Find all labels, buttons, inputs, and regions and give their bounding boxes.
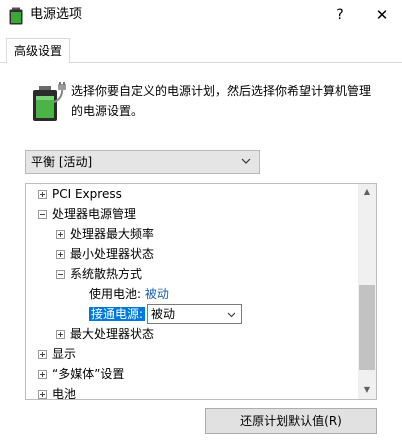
- help-button[interactable]: ?: [320, 2, 360, 28]
- scrollbar-thumb[interactable]: [359, 285, 375, 370]
- expand-icon[interactable]: [38, 350, 47, 359]
- expand-icon[interactable]: [38, 390, 47, 399]
- tab-advanced-settings[interactable]: 高级设置: [6, 38, 70, 63]
- collapse-icon[interactable]: [56, 270, 65, 279]
- setting-on-battery[interactable]: 使用电池: 被动: [89, 284, 169, 304]
- tree-item-label: “多媒体”设置: [52, 367, 125, 381]
- expand-icon[interactable]: [38, 370, 47, 379]
- chevron-down-icon: [241, 158, 251, 164]
- tree-item-label: 电池: [52, 387, 77, 400]
- window-title: 电源选项: [30, 7, 83, 22]
- battery-icon: [9, 7, 23, 25]
- tree-item-label: 最大处理器状态: [70, 327, 155, 341]
- setting-label: 使用电池:: [89, 287, 142, 301]
- expand-icon[interactable]: [56, 330, 65, 339]
- scroll-down-icon[interactable]: ▼: [358, 382, 376, 398]
- dropdown-value: 被动: [151, 307, 176, 321]
- description-line-1: 选择你要自定义的电源计划，然后选择你希望计算机管理: [71, 84, 372, 98]
- tree-item-label: 处理器电源管理: [52, 207, 137, 221]
- scroll-up-icon[interactable]: ▲: [358, 184, 376, 200]
- restore-defaults-button[interactable]: 还原计划默认值(R): [205, 408, 377, 434]
- expand-icon[interactable]: [56, 230, 65, 239]
- tree-item-label: 系统散热方式: [70, 267, 143, 281]
- settings-tree[interactable]: PCI Express 处理器电源管理 处理器最大频率 最小处理器状态 系统散热…: [25, 183, 377, 400]
- setting-plugged-in[interactable]: 接通电源: 被动: [89, 304, 289, 324]
- chevron-down-icon: [227, 312, 236, 318]
- collapse-icon[interactable]: [38, 210, 47, 219]
- tree-item-label: 最小处理器状态: [70, 247, 155, 261]
- setting-label-selected: 接通电源:: [89, 307, 146, 321]
- expand-icon[interactable]: [56, 250, 65, 259]
- expand-icon[interactable]: [38, 190, 47, 199]
- plugged-in-dropdown[interactable]: 被动: [147, 304, 242, 324]
- power-plan-select[interactable]: 平衡 [活动]: [25, 150, 260, 174]
- tree-item-label: PCI Express: [52, 187, 122, 201]
- battery-plug-icon: [33, 82, 66, 121]
- setting-value-link[interactable]: 被动: [145, 287, 169, 301]
- tree-item-label: 显示: [52, 347, 77, 361]
- close-button[interactable]: ✕: [362, 2, 402, 28]
- description-line-2: 的电源设置。: [71, 104, 144, 118]
- tree-item-label: 处理器最大频率: [70, 227, 155, 241]
- description: 选择你要自定义的电源计划，然后选择你希望计算机管理 的电源设置。: [71, 81, 391, 121]
